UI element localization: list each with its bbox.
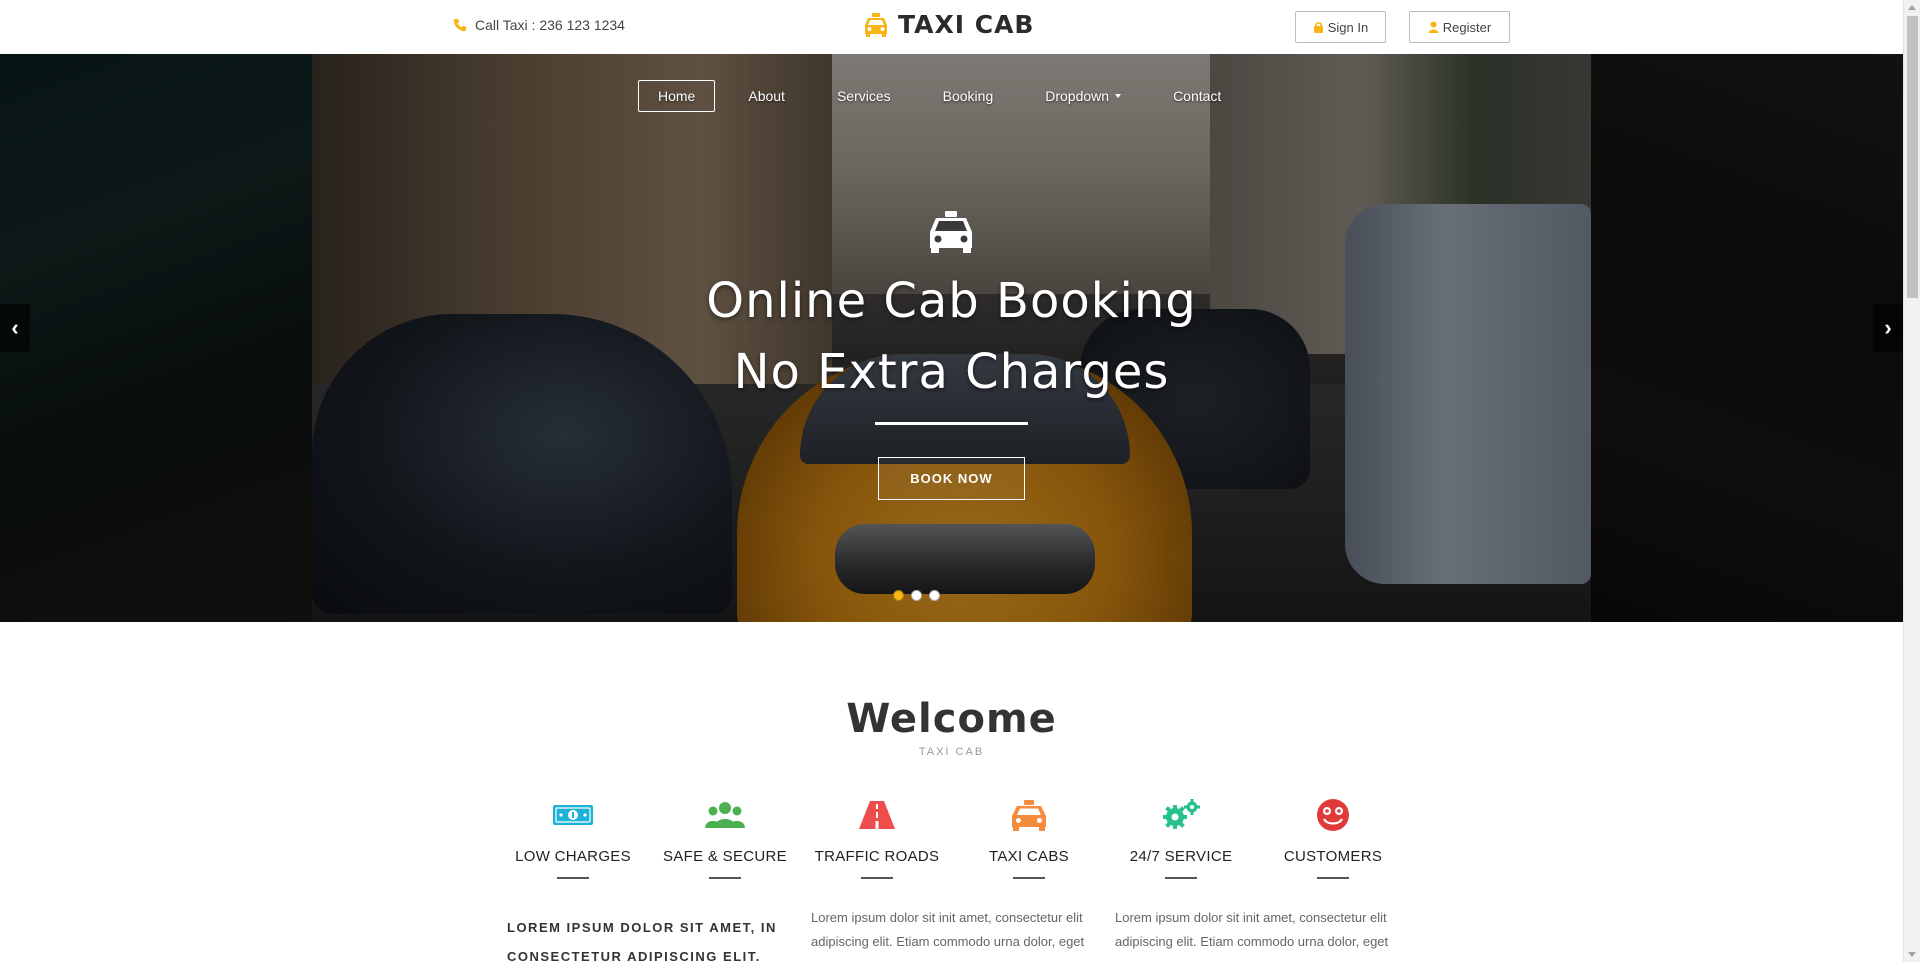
feature-safe-secure[interactable]: SAFE & SECURE: [649, 798, 801, 879]
taxi-logo-icon: [865, 12, 887, 37]
feature-underline: [1317, 877, 1349, 879]
nav-contact-label: Contact: [1173, 88, 1222, 104]
brand-logo[interactable]: TAXI CAB: [862, 10, 1035, 39]
hero-title-line2: No Extra Charges: [733, 344, 1170, 400]
welcome-paragraph-1: Lorem ipsum dolor sit init amet, consect…: [811, 910, 1085, 949]
scroll-up-icon[interactable]: [1908, 5, 1916, 10]
feature-label: CUSTOMERS: [1283, 848, 1383, 865]
lock-icon: [1313, 22, 1323, 33]
top-header: Call Taxi : 236 123 1234 TAXI CAB Sign I…: [0, 0, 1903, 54]
nav-about-label: About: [748, 88, 785, 104]
slider-dot-2[interactable]: [911, 590, 922, 601]
feature-label: TRAFFIC ROADS: [814, 848, 940, 865]
phone-icon: [453, 18, 467, 32]
nav-contact[interactable]: Contact: [1154, 80, 1240, 112]
hero-title-line1: Online Cab Booking: [706, 273, 1197, 329]
feature-label: LOW CHARGES: [515, 848, 631, 865]
register-button[interactable]: Register: [1409, 11, 1510, 43]
welcome-subtitle: TAXI CAB: [918, 746, 985, 758]
feature-underline: [1165, 877, 1197, 879]
feature-customers[interactable]: CUSTOMERS: [1257, 798, 1409, 879]
feature-label: 24/7 SERVICE: [1129, 848, 1233, 865]
hero-divider: [875, 422, 1028, 425]
feature-traffic-roads[interactable]: TRAFFIC ROADS: [801, 798, 953, 879]
feature-underline: [557, 877, 589, 879]
signin-label: Sign In: [1327, 19, 1369, 35]
nav-booking[interactable]: Booking: [924, 80, 1013, 112]
nav-dropdown-label: Dropdown: [1045, 88, 1110, 104]
feature-underline: [861, 877, 893, 879]
main-nav: Home About Services Booking Dropdown Con…: [638, 80, 1254, 112]
feature-taxi-cabs[interactable]: TAXI CABS: [953, 798, 1105, 879]
nav-services[interactable]: Services: [818, 80, 910, 112]
feature-24-7-service[interactable]: 24/7 SERVICE: [1105, 798, 1257, 879]
features-row: LOW CHARGES SAFE & SECURE TRAFFIC ROADS: [497, 798, 1409, 879]
welcome-paragraph-2: Lorem ipsum dolor sit init amet, consect…: [1115, 910, 1389, 949]
call-text: Call Taxi : 236 123 1234: [475, 17, 625, 33]
hero-slider: Home About Services Booking Dropdown Con…: [0, 54, 1903, 622]
slider-next-button[interactable]: ›: [1873, 304, 1903, 352]
user-icon: [1428, 21, 1439, 33]
nav-dropdown[interactable]: Dropdown: [1026, 80, 1140, 112]
call-taxi[interactable]: Call Taxi : 236 123 1234: [453, 17, 625, 33]
road-icon: [859, 801, 895, 829]
slider-dot-3[interactable]: [929, 590, 940, 601]
feature-label: SAFE & SECURE: [663, 848, 787, 865]
chevron-left-icon: ‹: [11, 315, 19, 340]
taxi-icon: [1012, 800, 1046, 831]
slider-prev-button[interactable]: ‹: [0, 304, 30, 352]
feature-underline: [1013, 877, 1045, 879]
brand-name: TAXI CAB: [898, 10, 1035, 39]
chevron-right-icon: ›: [1884, 315, 1892, 340]
welcome-title: Welcome: [846, 696, 1057, 742]
caret-down-icon: [1115, 94, 1122, 98]
feature-underline: [709, 877, 741, 879]
page-scrollbar[interactable]: [1903, 0, 1920, 962]
taxi-icon: [930, 211, 972, 253]
nav-services-label: Services: [836, 88, 891, 104]
scroll-down-icon[interactable]: [1908, 952, 1916, 957]
signin-button[interactable]: Sign In: [1295, 11, 1386, 43]
smile-icon: [1317, 799, 1349, 831]
nav-home-label: Home: [658, 88, 696, 104]
feature-low-charges[interactable]: LOW CHARGES: [497, 798, 649, 879]
nav-home[interactable]: Home: [638, 80, 716, 112]
money-icon: [553, 805, 593, 825]
scrollbar-thumb[interactable]: [1907, 16, 1918, 298]
gears-icon: [1163, 799, 1200, 829]
nav-booking-label: Booking: [942, 88, 994, 104]
slider-dots: [893, 590, 940, 601]
book-now-button[interactable]: BOOK NOW: [878, 457, 1025, 500]
slider-dot-1[interactable]: [893, 590, 904, 601]
users-icon: [705, 802, 745, 828]
feature-label: TAXI CABS: [989, 848, 1069, 865]
welcome-lead-text: LOREM IPSUM DOLOR SIT AMET, IN CONSECTET…: [507, 920, 777, 962]
register-label: Register: [1442, 19, 1492, 35]
nav-about[interactable]: About: [729, 80, 804, 112]
